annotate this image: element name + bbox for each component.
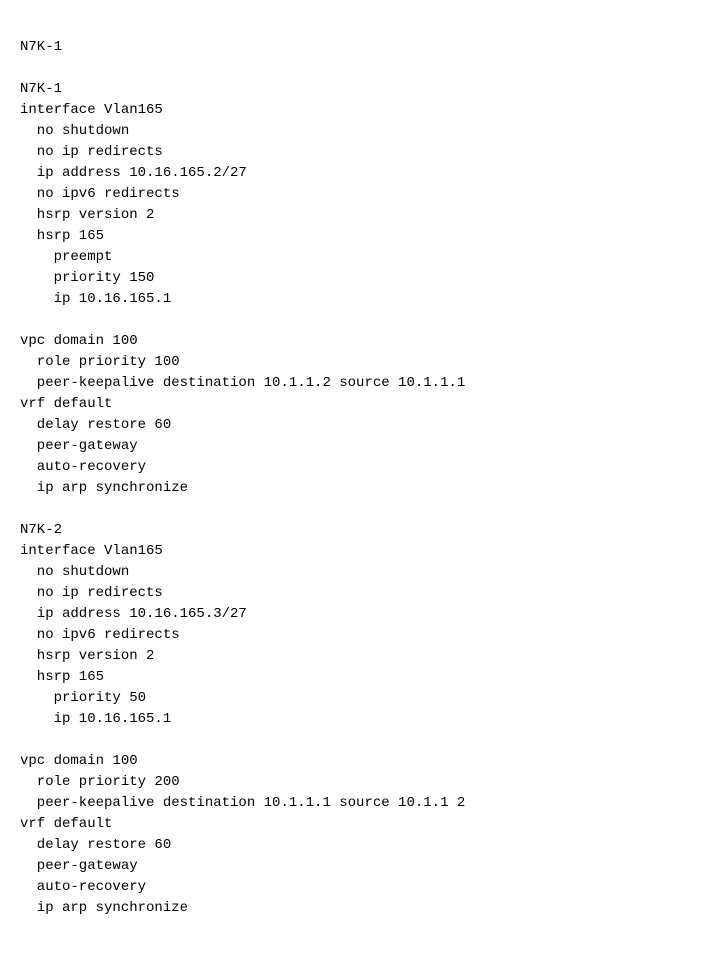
n7k1-header: N7K-1 [20,39,62,55]
full-config: N7K-1 interface Vlan165 no shutdown no i… [20,79,698,919]
config-output: N7K-1 [20,16,698,79]
